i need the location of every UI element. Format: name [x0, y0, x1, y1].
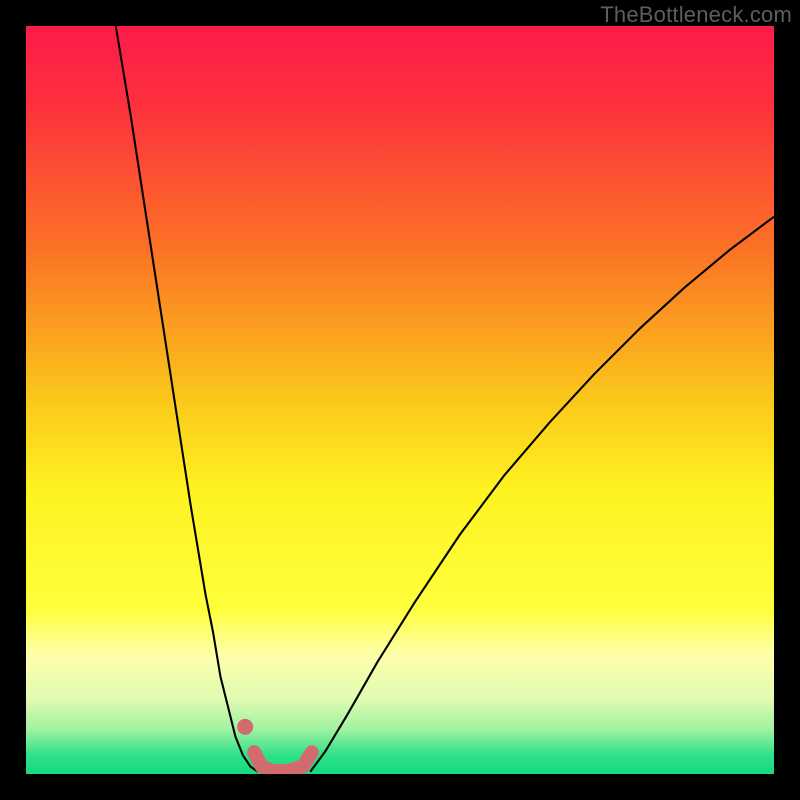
watermark-text: TheBottleneck.com	[600, 2, 792, 28]
left-curve	[116, 26, 258, 772]
marker-band	[254, 752, 312, 771]
chart-frame: TheBottleneck.com	[0, 0, 800, 800]
curves-layer	[26, 26, 774, 774]
plot-area	[26, 26, 774, 774]
right-curve	[310, 217, 774, 772]
marker-dot	[237, 719, 253, 735]
